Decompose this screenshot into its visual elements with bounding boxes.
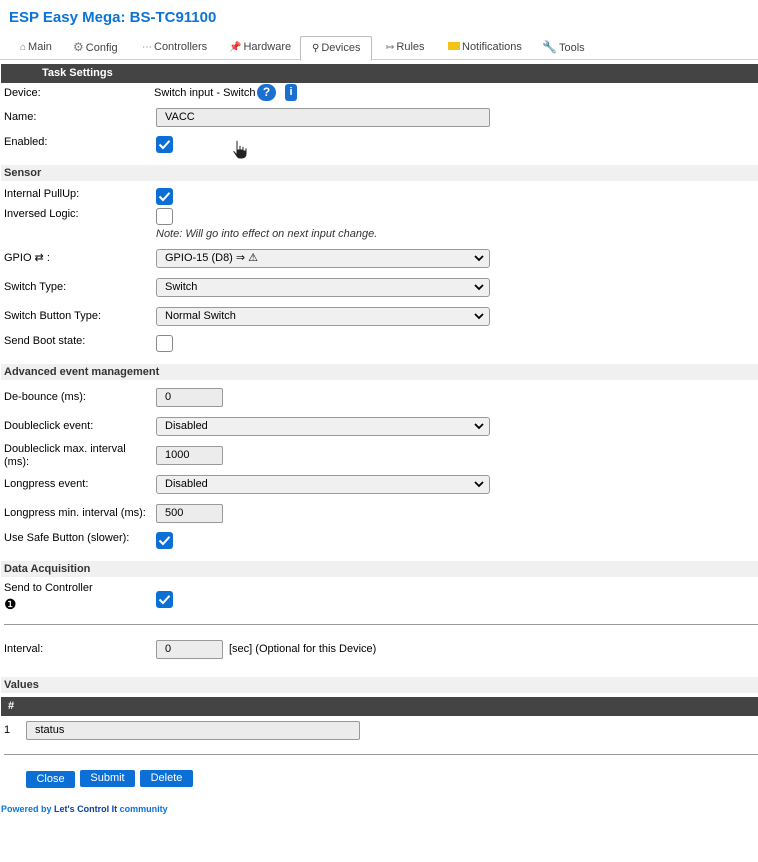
- sensor-section-header: Sensor: [1, 165, 758, 181]
- interval-label: Interval:: [4, 643, 44, 655]
- inversed-label: Inversed Logic:: [4, 208, 79, 220]
- help-icon[interactable]: ?: [257, 84, 276, 101]
- tab-main[interactable]: ⌂ Main: [20, 36, 52, 60]
- inversed-note: Note: Will go into effect on next input …: [156, 228, 378, 240]
- submit-button[interactable]: Submit: [80, 770, 135, 787]
- doubleclick-interval-input[interactable]: 1000: [156, 446, 223, 465]
- controller-index-badge: ❶: [4, 596, 17, 612]
- chevron-down-icon: [474, 481, 484, 488]
- name-label: Name:: [4, 111, 37, 123]
- value-row-index: 1: [4, 724, 11, 736]
- debounce-label: De-bounce (ms):: [4, 391, 86, 403]
- button-type-select[interactable]: Normal Switch: [156, 307, 490, 326]
- values-section-header: Values: [1, 677, 758, 693]
- safe-button-label: Use Safe Button (slower):: [4, 532, 130, 544]
- plug-icon: ⚲: [312, 43, 320, 54]
- delete-button[interactable]: Delete: [140, 770, 193, 787]
- wrench-icon: 🔧: [542, 40, 557, 54]
- gear-icon: ⚙: [73, 40, 84, 54]
- boot-state-checkbox[interactable]: [156, 335, 173, 352]
- inversed-checkbox[interactable]: [156, 208, 173, 225]
- tab-notifications[interactable]: Notifications: [448, 36, 522, 60]
- gpio-label: GPIO ⇄ :: [4, 252, 50, 264]
- debounce-input[interactable]: 0: [156, 388, 223, 407]
- button-type-label: Switch Button Type:: [4, 310, 102, 322]
- longpress-interval-label: Longpress min. interval (ms):: [4, 507, 146, 519]
- longpress-label: Longpress event:: [4, 478, 89, 490]
- send-controller-label: Send to Controller: [4, 582, 93, 594]
- tab-config[interactable]: ⚙ Config: [73, 36, 118, 60]
- pullup-label: Internal PullUp:: [4, 188, 80, 200]
- chevron-down-icon: [474, 284, 484, 291]
- footer-link[interactable]: Let's Control It: [54, 804, 117, 814]
- task-settings-header: Task Settings: [1, 64, 758, 83]
- advanced-section-header: Advanced event management: [1, 364, 758, 380]
- divider: [4, 754, 758, 755]
- interval-suffix: [sec] (Optional for this Device): [229, 643, 377, 655]
- footer: Powered by Let's Control It community: [1, 804, 168, 814]
- divider: [4, 624, 758, 625]
- longpress-select[interactable]: Disabled: [156, 475, 490, 494]
- enabled-label: Enabled:: [4, 136, 48, 148]
- chevron-down-icon: [474, 255, 484, 262]
- values-table-header: #: [1, 697, 758, 716]
- arrow-icon: ↦: [386, 42, 395, 53]
- send-controller-checkbox[interactable]: [156, 591, 173, 608]
- house-icon: ⌂: [20, 42, 27, 53]
- boot-state-label: Send Boot state:: [4, 335, 86, 347]
- close-button[interactable]: Close: [26, 771, 75, 788]
- hand-cursor-icon: [232, 139, 248, 160]
- dots-icon: ⋯: [142, 42, 152, 53]
- tab-devices[interactable]: ⚲ Devices: [300, 36, 373, 61]
- envelope-icon: [448, 42, 460, 50]
- value-name-input[interactable]: status: [26, 721, 360, 740]
- safe-button-checkbox[interactable]: [156, 532, 173, 549]
- switch-type-select[interactable]: Switch: [156, 278, 490, 297]
- doubleclick-label: Doubleclick event:: [4, 420, 94, 432]
- tab-controllers[interactable]: ⋯ Controllers: [142, 36, 207, 60]
- gpio-select[interactable]: GPIO-15 (D8) ⇒ ⚠: [156, 249, 490, 268]
- interval-input[interactable]: 0: [156, 640, 223, 659]
- enabled-checkbox[interactable]: [156, 136, 173, 153]
- switch-type-label: Switch Type:: [4, 281, 67, 293]
- device-value: Switch input - Switch: [154, 87, 256, 99]
- pullup-checkbox[interactable]: [156, 188, 173, 205]
- device-label: Device:: [4, 87, 41, 99]
- acquisition-section-header: Data Acquisition: [1, 561, 758, 577]
- longpress-interval-input[interactable]: 500: [156, 504, 223, 523]
- tab-hardware[interactable]: 📌 Hardware: [229, 36, 291, 60]
- tab-bar: ⌂ Main ⚙ Config ⋯ Controllers 📌 Hardware ⚲ De…: [0, 36, 758, 61]
- chevron-down-icon: [474, 423, 484, 430]
- tab-rules[interactable]: ↦ Rules: [386, 36, 425, 60]
- name-input[interactable]: VACC: [156, 108, 490, 127]
- tab-tools[interactable]: 🔧 Tools: [542, 36, 585, 60]
- doubleclick-interval-label: Doubleclick max. interval (ms):: [4, 443, 126, 468]
- chevron-down-icon: [474, 313, 484, 320]
- app-title: ESP Easy Mega: BS-TC91100: [9, 9, 217, 26]
- info-icon[interactable]: i: [285, 84, 297, 101]
- pushpin-icon: 📌: [229, 42, 242, 53]
- doubleclick-select[interactable]: Disabled: [156, 417, 490, 436]
